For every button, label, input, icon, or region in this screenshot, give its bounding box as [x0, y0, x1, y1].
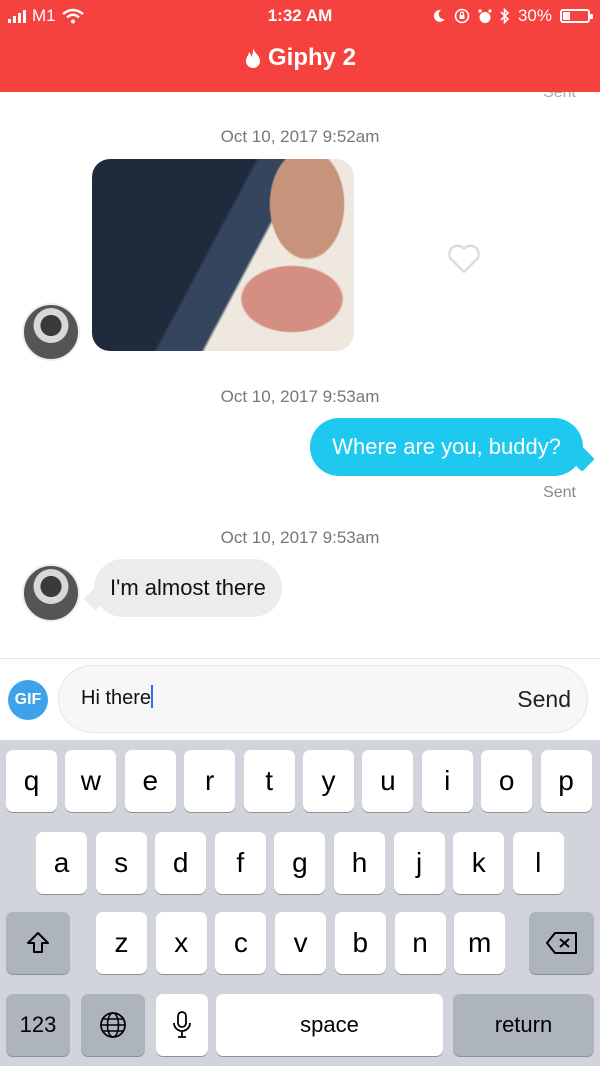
globe-icon	[100, 1012, 126, 1038]
moon-icon	[433, 9, 445, 22]
numbers-key[interactable]: 123	[6, 994, 70, 1056]
page-title: Giphy 2	[267, 44, 357, 71]
sent-status-label: Sent	[543, 484, 576, 501]
key-c[interactable]: c	[215, 912, 267, 974]
flame-icon	[245, 48, 260, 68]
gif-message-image[interactable]	[92, 159, 354, 351]
message-text: I'm almost there	[110, 575, 266, 600]
globe-key[interactable]	[81, 994, 145, 1056]
key-b[interactable]: b	[334, 912, 386, 974]
dictation-key[interactable]	[156, 994, 208, 1056]
key-k[interactable]: k	[453, 832, 505, 894]
key-s[interactable]: s	[95, 832, 147, 894]
message-text: Where are you, buddy?	[332, 434, 561, 459]
contact-avatar[interactable]	[22, 564, 80, 622]
status-right: 30%	[432, 6, 593, 26]
message-composer: GIF Hi there Send	[0, 658, 600, 740]
microphone-icon	[173, 1011, 191, 1038]
key-z[interactable]: z	[96, 912, 147, 974]
chat-thread[interactable]: Sent Oct 10, 2017 9:52am Oct 10, 2017 9:…	[0, 92, 600, 658]
text-cursor	[151, 685, 154, 708]
key-f[interactable]: f	[214, 832, 266, 894]
backspace-key[interactable]	[529, 912, 594, 974]
battery-icon	[560, 9, 593, 23]
orientation-lock-icon	[454, 8, 470, 24]
header-title-row[interactable]: Giphy 2	[0, 44, 600, 72]
battery-percent: 30%	[517, 6, 552, 25]
alarm-icon	[478, 8, 492, 23]
key-r[interactable]: r	[184, 750, 236, 812]
key-u[interactable]: u	[362, 750, 414, 812]
message-input-text: Hi there	[81, 687, 152, 709]
key-x[interactable]: x	[155, 912, 207, 974]
key-j[interactable]: j	[393, 832, 445, 894]
message-timestamp: Oct 10, 2017 9:52am	[220, 127, 380, 146]
bluetooth-icon	[500, 8, 510, 24]
message-timestamp: Oct 10, 2017 9:53am	[220, 528, 380, 547]
outgoing-message-bubble[interactable]: Where are you, buddy?	[310, 418, 583, 476]
shift-key[interactable]	[6, 912, 70, 974]
send-button[interactable]: Send	[517, 686, 571, 713]
incoming-message-bubble[interactable]: I'm almost there	[94, 559, 282, 617]
key-i[interactable]: i	[421, 750, 473, 812]
onscreen-keyboard: 123 space return qwertyuiop asdfghjkl zxcv…	[0, 740, 600, 1066]
key-p[interactable]: p	[540, 750, 592, 812]
key-l[interactable]: l	[512, 832, 564, 894]
backspace-icon	[545, 932, 577, 954]
app-header: M1 1:32 AM 30% Giphy 2	[0, 0, 600, 92]
key-d[interactable]: d	[155, 832, 207, 894]
status-bar: M1 1:32 AM 30%	[0, 0, 600, 32]
key-m[interactable]: m	[454, 912, 506, 974]
message-timestamp: Oct 10, 2017 9:53am	[220, 387, 380, 406]
key-o[interactable]: o	[481, 750, 533, 812]
gif-button[interactable]: GIF	[8, 680, 48, 720]
key-t[interactable]: t	[243, 750, 295, 812]
key-y[interactable]: y	[303, 750, 354, 812]
sent-status-top: Sent	[543, 92, 576, 101]
key-n[interactable]: n	[394, 912, 446, 974]
space-key[interactable]: space	[216, 994, 443, 1056]
heart-icon[interactable]	[447, 243, 481, 275]
key-g[interactable]: g	[274, 832, 326, 894]
message-input[interactable]: Hi there Send	[58, 665, 588, 733]
contact-avatar[interactable]	[22, 303, 80, 361]
key-v[interactable]: v	[275, 912, 327, 974]
key-e[interactable]: e	[124, 750, 176, 812]
message-input-value[interactable]: Hi there	[81, 685, 154, 710]
return-key[interactable]: return	[453, 994, 594, 1056]
key-h[interactable]: h	[334, 832, 385, 894]
shift-icon	[27, 932, 49, 953]
key-q[interactable]: q	[6, 750, 57, 812]
key-a[interactable]: a	[36, 832, 87, 894]
key-w[interactable]: w	[65, 750, 117, 812]
